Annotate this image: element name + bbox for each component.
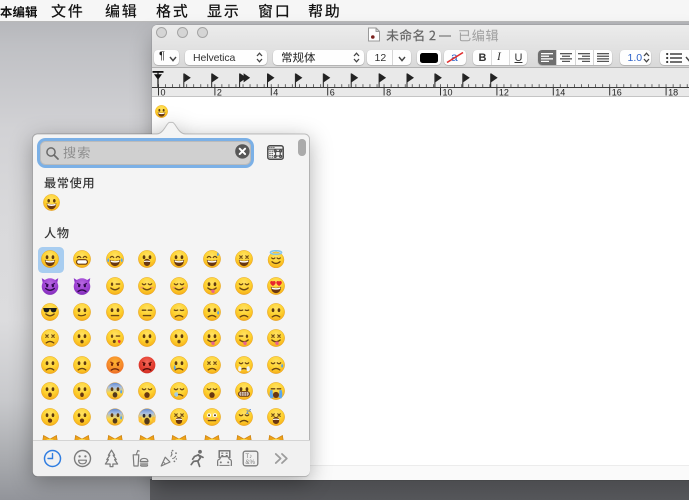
- svg-text:14: 14: [555, 88, 565, 97]
- svg-text:2: 2: [217, 88, 222, 97]
- svg-text:&%: &%: [245, 459, 255, 466]
- svg-text:6: 6: [330, 88, 335, 97]
- svg-text:18: 18: [668, 88, 678, 97]
- svg-text:4: 4: [273, 88, 278, 97]
- svg-text:16: 16: [612, 88, 622, 97]
- svg-text:10: 10: [443, 88, 453, 97]
- svg-text:12: 12: [499, 88, 509, 97]
- svg-text:0: 0: [161, 88, 166, 97]
- svg-text:8: 8: [386, 88, 391, 97]
